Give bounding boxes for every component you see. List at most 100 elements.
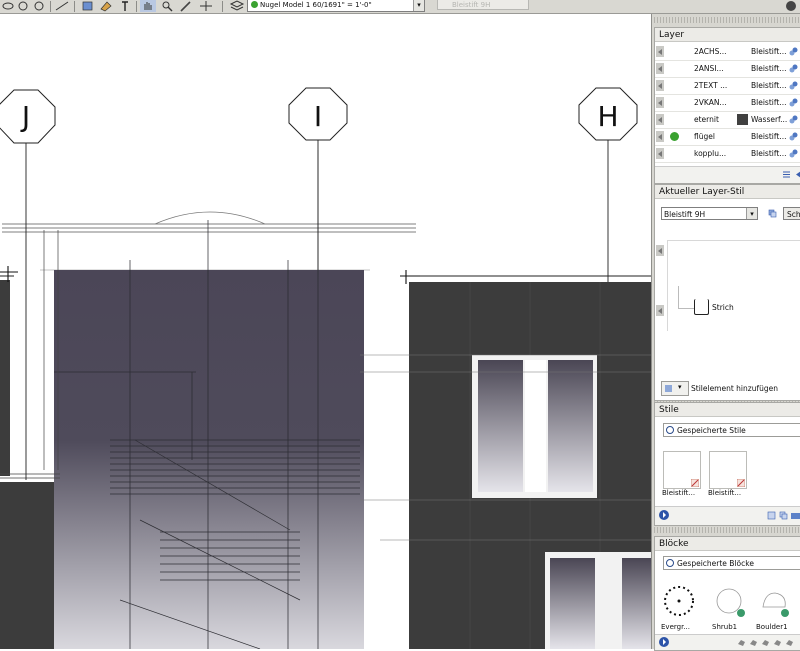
boulder-block-icon[interactable] xyxy=(755,583,791,619)
hand-icon[interactable] xyxy=(140,0,156,12)
help-icon[interactable] xyxy=(785,0,797,12)
line-icon[interactable] xyxy=(54,0,70,12)
paint-icon[interactable] xyxy=(98,0,114,12)
panel-grip[interactable] xyxy=(652,17,800,23)
color-swatch[interactable] xyxy=(737,114,748,125)
layer-name: kopplu... xyxy=(694,149,727,158)
blocks-panel-title: Blöcke xyxy=(655,537,800,551)
styles-search-input[interactable]: Gespeicherte Stile xyxy=(663,423,800,437)
layer-stack-icon[interactable] xyxy=(229,0,245,12)
row-arrow-icon[interactable] xyxy=(656,97,664,108)
lasso-icon[interactable] xyxy=(0,0,16,12)
layer-settings-icon[interactable] xyxy=(789,64,798,73)
block-label: Shrub1 xyxy=(712,623,738,631)
add-element-label: Stilelement hinzufügen xyxy=(691,384,778,393)
panel-grip[interactable] xyxy=(652,527,800,533)
block-tool-icon[interactable] xyxy=(749,638,758,647)
tree-connector xyxy=(678,308,694,309)
layer-row[interactable]: eternit Wasserf... xyxy=(655,111,800,129)
row-arrow-icon[interactable] xyxy=(656,80,664,91)
blocks-search-input[interactable]: Gespeicherte Blöcke xyxy=(663,556,800,570)
block-label: Evergr... xyxy=(661,623,690,631)
copy-style-icon[interactable] xyxy=(768,209,777,218)
layer-settings-icon[interactable] xyxy=(789,132,798,141)
tree-connector xyxy=(678,286,679,308)
block-tool-icon[interactable] xyxy=(785,638,794,647)
block-tool-icon[interactable] xyxy=(773,638,782,647)
layer-row[interactable]: 2VKAN... Bleistift... xyxy=(655,94,800,112)
section-icon[interactable] xyxy=(198,0,214,12)
styles-search-placeholder: Gespeicherte Stile xyxy=(677,426,746,435)
toolbar-separator xyxy=(136,1,137,12)
circle-icon[interactable] xyxy=(31,0,47,12)
evergreen-block-icon[interactable] xyxy=(661,583,697,619)
toolbar-separator xyxy=(50,1,51,12)
add-style-icon xyxy=(665,385,672,392)
row-arrow-icon[interactable] xyxy=(656,305,664,316)
chevron-down-icon[interactable]: ▾ xyxy=(413,0,424,11)
tree-item-stroke[interactable]: Strich xyxy=(712,303,734,312)
layer-dropdown[interactable]: Nugel Model 1 60/1691" = 1'-0" ▾ xyxy=(247,0,425,12)
style-tree: Strich xyxy=(667,240,800,331)
brush-icon[interactable] xyxy=(178,0,194,12)
ellipse-icon[interactable] xyxy=(15,0,31,12)
grid-bubble-i: I xyxy=(288,87,348,141)
check-icon xyxy=(251,1,258,8)
folder-icon[interactable] xyxy=(791,511,800,520)
pencil-icon xyxy=(737,479,745,487)
details-icon[interactable] xyxy=(659,637,669,647)
search-icon xyxy=(666,559,674,567)
layer-settings-icon[interactable] xyxy=(789,98,798,107)
layer-style-panel: Aktueller Layer-Stil Bleistift 9H ▾ Sch … xyxy=(654,184,800,401)
grid-label-i: I xyxy=(314,100,322,133)
new-style-icon[interactable] xyxy=(767,511,776,520)
shrub-block-icon[interactable] xyxy=(711,583,747,619)
blocks-panel-footer xyxy=(655,634,800,650)
style-label: Bleistift... xyxy=(662,489,696,497)
push-pull-icon[interactable] xyxy=(80,0,96,12)
layer-settings-icon[interactable] xyxy=(789,115,798,124)
chevron-down-icon: ▾ xyxy=(678,383,682,391)
zoom-icon[interactable] xyxy=(159,0,175,12)
chevron-down-icon[interactable]: ▾ xyxy=(746,208,757,219)
styles-panel-footer xyxy=(655,506,800,525)
list-icon[interactable] xyxy=(782,170,791,179)
toolbar: Nugel Model 1 60/1691" = 1'-0" ▾ Bleisti… xyxy=(0,0,800,14)
style-thumbnail[interactable] xyxy=(709,451,747,489)
toolbar-separator xyxy=(222,1,223,12)
row-arrow-icon[interactable] xyxy=(656,148,664,159)
row-arrow-icon[interactable] xyxy=(656,131,664,142)
layer-row[interactable]: kopplu... Bleistift... xyxy=(655,145,800,163)
details-icon[interactable] xyxy=(659,510,669,520)
layer-settings-icon[interactable] xyxy=(789,47,798,56)
layer-row[interactable]: 2ANSI... Bleistift... xyxy=(655,60,800,78)
layer-name: flügel xyxy=(694,132,715,141)
layer-settings-icon[interactable] xyxy=(789,149,798,158)
row-arrow-icon[interactable] xyxy=(656,114,664,125)
duplicate-icon[interactable] xyxy=(779,511,788,520)
block-tool-icon[interactable] xyxy=(737,638,746,647)
row-arrow-icon[interactable] xyxy=(656,46,664,57)
layer-name: 2ANSI... xyxy=(694,64,724,73)
row-arrow-icon[interactable] xyxy=(656,245,664,256)
style-thumbnail[interactable] xyxy=(663,451,701,489)
layer-style: Bleistift... xyxy=(751,64,787,73)
text-icon[interactable] xyxy=(117,0,133,12)
style-select[interactable]: Bleistift 9H ▾ xyxy=(661,207,758,220)
pencil-icon xyxy=(691,479,699,487)
arrow-left-icon[interactable] xyxy=(794,170,800,179)
style-button[interactable]: Bleistift 9H xyxy=(437,0,529,10)
row-arrow-icon[interactable] xyxy=(656,63,664,74)
blocks-panel: Blöcke Gespeicherte Blöcke Evergr... Shr… xyxy=(654,536,800,651)
side-panel: Layer 2ACHS... Bleistift... 2ANSI... Ble… xyxy=(651,14,800,651)
add-element-button[interactable]: ▾ xyxy=(661,381,689,396)
drawing-canvas[interactable]: J I H xyxy=(0,14,651,649)
style-side-button[interactable]: Sch xyxy=(783,207,800,220)
window-upper xyxy=(472,355,597,498)
layer-settings-icon[interactable] xyxy=(789,81,798,90)
layer-row[interactable]: 2ACHS... Bleistift... xyxy=(655,43,800,61)
block-tool-icon[interactable] xyxy=(761,638,770,647)
layer-row[interactable]: flügel Bleistift... xyxy=(655,128,800,146)
wall-block-lower-left xyxy=(0,482,55,649)
layer-row[interactable]: 2TEXT ... Bleistift... xyxy=(655,77,800,95)
